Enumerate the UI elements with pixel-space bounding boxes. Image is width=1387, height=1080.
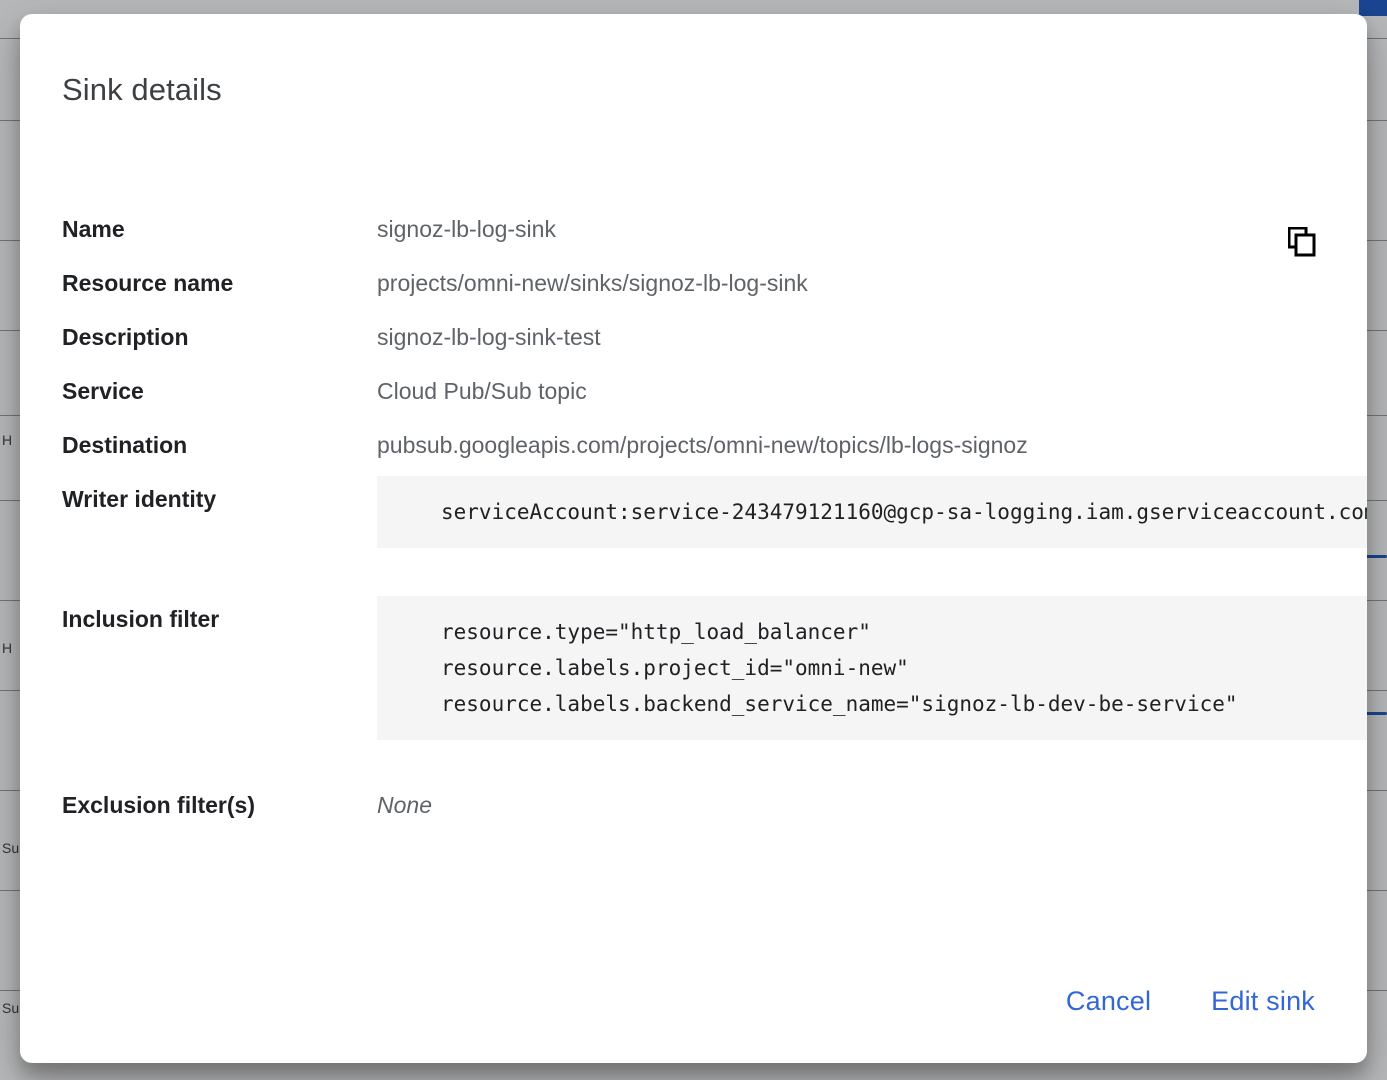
detail-row-inclusion-filter: Inclusion filter resource.type="http_loa… [62,227,1367,740]
edit-sink-button[interactable]: Edit sink [1195,976,1331,1027]
writer-identity-code: serviceAccount:service-243479121160@gcp-… [377,476,1367,548]
inclusion-filter-code: resource.type="http_load_balancer" resou… [377,596,1367,740]
detail-label: Inclusion filter [62,606,220,632]
detail-value: projects/omni-new/sinks/signoz-lb-log-si… [377,270,808,296]
copy-icon[interactable] [1282,220,1322,264]
detail-row-resource-name: Resource name projects/omni-new/sinks/si… [62,260,1367,307]
detail-value: signoz-lb-log-sink-test [377,324,601,350]
detail-value: signoz-lb-log-sink [377,216,556,242]
detail-label: Destination [62,432,188,458]
detail-row-exclusion-filter: Exclusion filter(s) None [62,782,1367,829]
row-spacer [62,548,1367,596]
dialog-footer: Cancel Edit sink [1050,976,1331,1027]
sink-details-list: Name signoz-lb-log-sink Resource name pr… [62,206,1367,836]
detail-label: Service [62,378,144,404]
row-spacer [62,740,1367,782]
detail-value: Cloud Pub/Sub topic [377,378,587,404]
detail-label: Description [62,324,189,350]
detail-value: pubsub.googleapis.com/projects/omni-new/… [377,432,1028,458]
detail-row-destination: Destination pubsub.googleapis.com/projec… [62,422,1367,469]
dialog-title: Sink details [62,72,222,107]
detail-value: None [377,792,432,818]
cancel-button[interactable]: Cancel [1050,976,1167,1027]
detail-row-writer-identity: Writer identity serviceAccount:service-2… [62,227,1367,548]
sink-details-dialog: Sink details Name signoz-lb-log-sink Res… [20,14,1367,1063]
detail-label: Exclusion filter(s) [62,792,255,818]
detail-label: Resource name [62,270,234,296]
detail-row-description: Description signoz-lb-log-sink-test [62,314,1367,361]
detail-label: Name [62,216,125,242]
detail-row-name: Name signoz-lb-log-sink [62,206,1367,253]
detail-row-service: Service Cloud Pub/Sub topic [62,368,1367,415]
copy-icon-glyph [1288,227,1316,257]
detail-label: Writer identity [62,486,217,512]
